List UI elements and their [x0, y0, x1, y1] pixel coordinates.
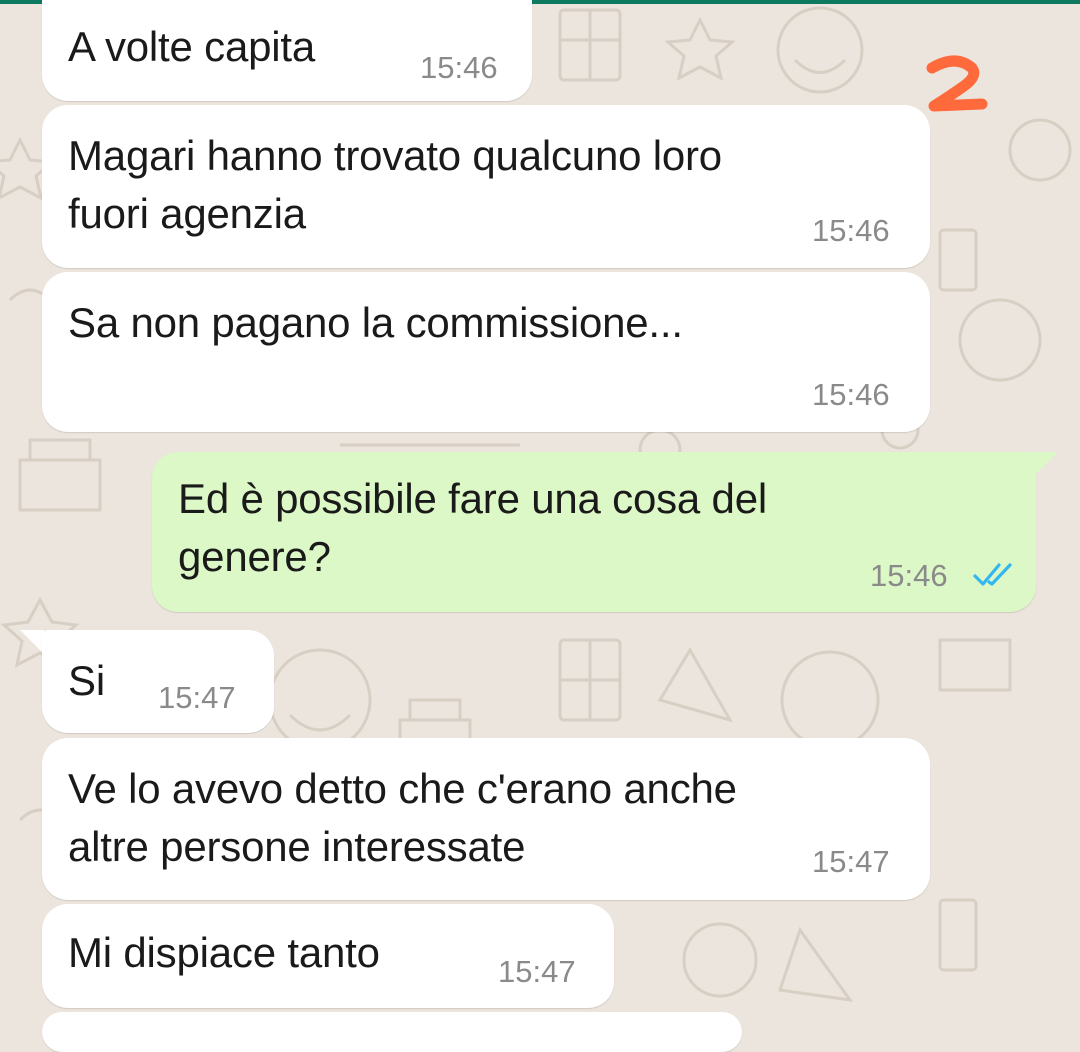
- message-time: 15:46: [812, 213, 890, 248]
- message-bubble-incoming-partial[interactable]: [42, 1012, 742, 1052]
- message-time: 15:46: [870, 558, 948, 593]
- bubble-tail: [20, 630, 44, 654]
- annotation-number-2: 2: [926, 55, 988, 112]
- message-text: Magari hanno trovato qualcuno loro fuori…: [68, 132, 722, 237]
- message-text: Si: [68, 657, 105, 704]
- message-time: 15:46: [812, 377, 890, 412]
- message-bubble-incoming[interactable]: Magari hanno trovato qualcuno loro fuori…: [42, 105, 930, 268]
- message-time: 15:46: [420, 50, 498, 85]
- message-bubble-incoming[interactable]: A volte capita 15:46: [42, 0, 532, 101]
- message-bubble-incoming[interactable]: Si 15:47: [42, 630, 274, 733]
- message-time: 15:47: [498, 954, 576, 989]
- message-time: 15:47: [812, 844, 890, 879]
- message-text: Sa non pagano la commissione...: [68, 299, 683, 346]
- bubble-tail: [1034, 452, 1058, 476]
- message-bubble-incoming[interactable]: Ve lo avevo detto che c'erano anche altr…: [42, 738, 930, 900]
- message-text: A volte capita: [68, 23, 316, 70]
- read-double-check-icon: [973, 563, 1012, 586]
- message-text: Ve lo avevo detto che c'erano anche altr…: [68, 765, 737, 870]
- message-bubble-outgoing[interactable]: Ed è possibile fare una cosa del genere?…: [152, 452, 1036, 612]
- message-bubble-incoming[interactable]: Mi dispiace tanto 15:47: [42, 904, 614, 1008]
- message-time: 15:47: [158, 680, 236, 715]
- message-text: Mi dispiace tanto: [68, 929, 380, 976]
- message-bubble-incoming[interactable]: Sa non pagano la commissione... 15:46: [42, 272, 930, 432]
- message-text: Ed è possibile fare una cosa del genere?: [178, 475, 767, 580]
- chat-background[interactable]: 2 A volte capita 15:46 Magari hanno trov…: [0, 0, 1080, 1052]
